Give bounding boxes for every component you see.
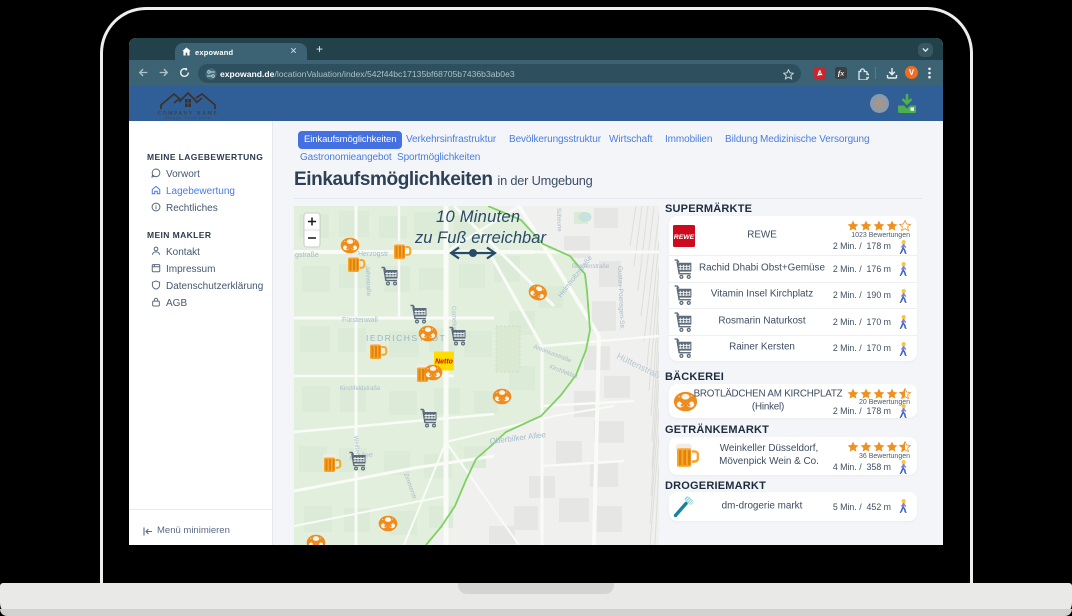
svg-text:zu Fuß erreichbar: zu Fuß erreichbar — [414, 229, 548, 247]
svg-text:Slogan Goes Here: Slogan Goes Here — [165, 116, 211, 120]
svg-text:Fürstenwall: Fürstenwall — [342, 317, 378, 324]
svg-text:Netto: Netto — [435, 359, 454, 366]
svg-text:Scheune: Scheune — [555, 208, 562, 233]
svg-text:gstraße: gstraße — [295, 252, 319, 259]
svg-text:fx: fx — [838, 69, 844, 78]
svg-text:REWE: REWE — [674, 234, 695, 241]
svg-text:Kirchfeldstraße: Kirchfeldstraße — [340, 386, 381, 392]
svg-text:Herzogstr: Herzogstr — [358, 251, 389, 258]
svg-text:Bunsenstraße: Bunsenstraße — [572, 264, 610, 270]
svg-text:10 Minuten: 10 Minuten — [436, 208, 520, 226]
svg-text:Jahnstraße: Jahnstraße — [364, 266, 371, 297]
